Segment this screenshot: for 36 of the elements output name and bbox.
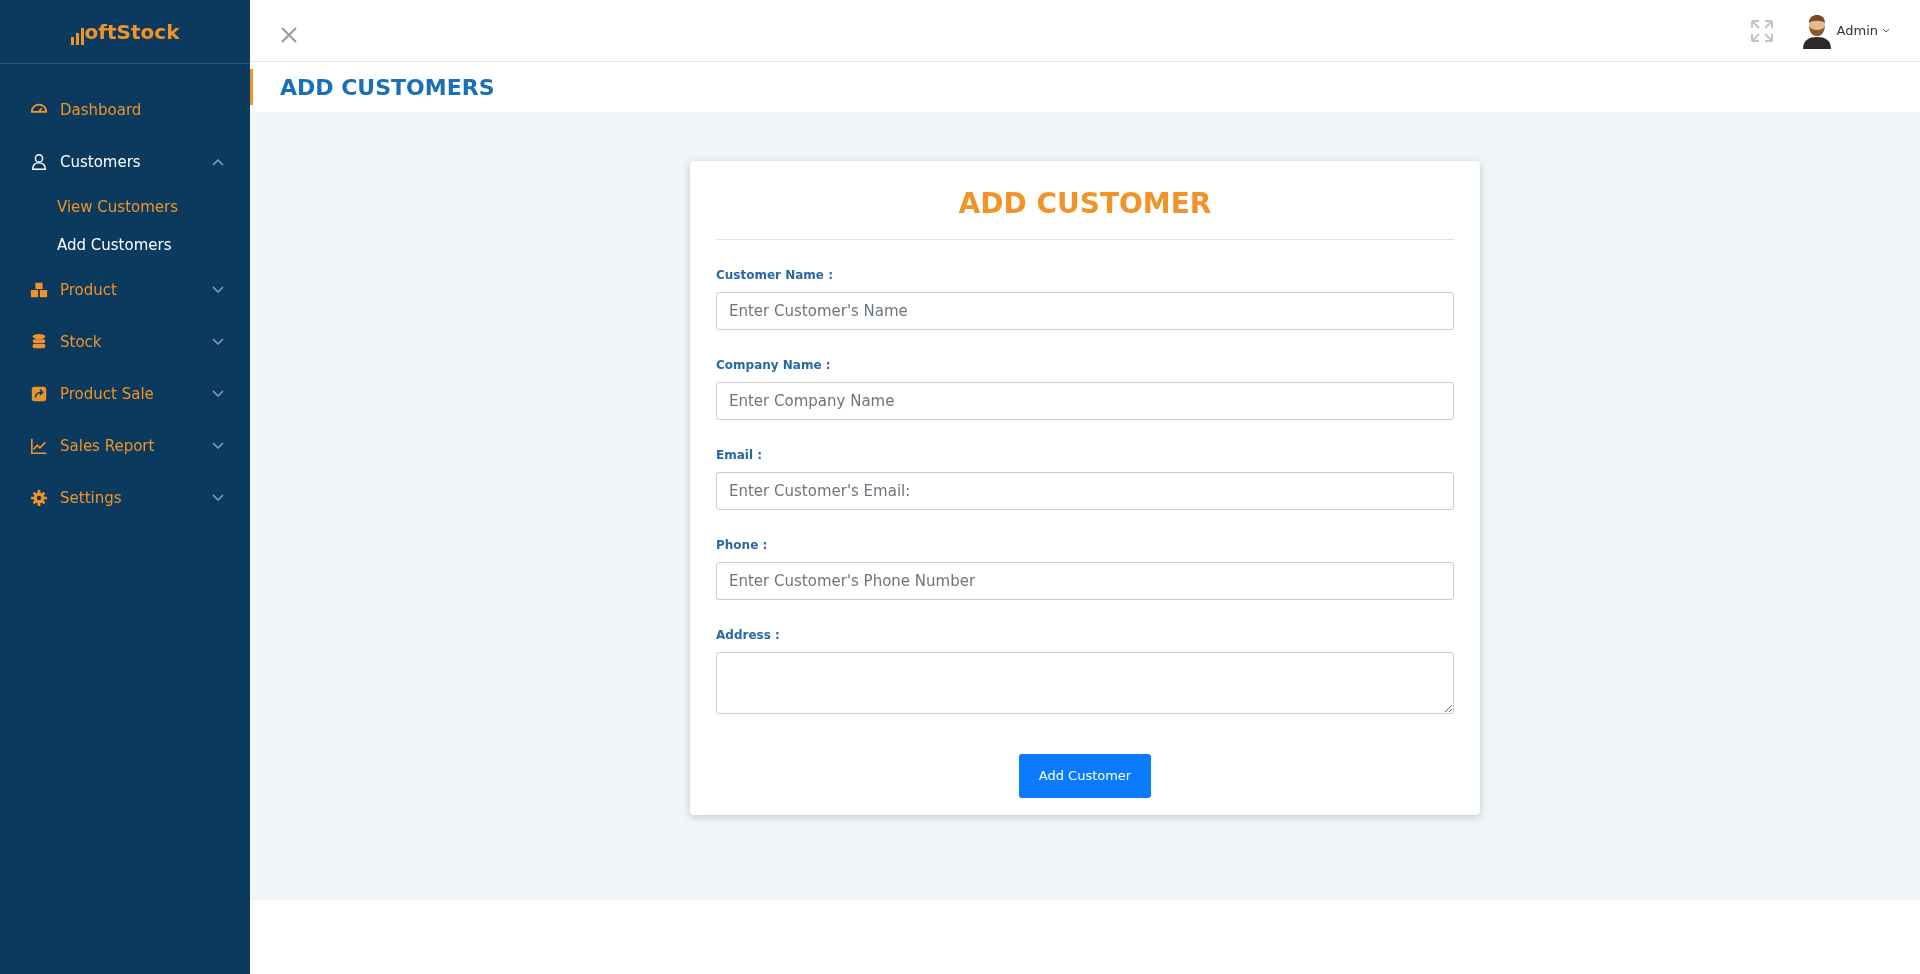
user-menu[interactable]: Admin xyxy=(1800,12,1890,49)
sidebar-item[interactable]: Settings xyxy=(0,472,250,524)
caret-icon xyxy=(1882,27,1890,34)
input-field[interactable]: Enter Customer's Phone Number xyxy=(716,562,1454,600)
field-label: Company Name : xyxy=(716,357,831,374)
close-icon[interactable] xyxy=(280,25,298,44)
app-logo[interactable]: oftStock xyxy=(70,16,180,47)
field-label: Email : xyxy=(716,447,762,464)
database-icon xyxy=(30,333,48,351)
field-label: Customer Name : xyxy=(716,267,833,284)
sidebar-item[interactable]: Stock xyxy=(0,316,250,368)
boxes-icon xyxy=(30,281,48,299)
sidebar-item[interactable]: Dashboard xyxy=(0,84,250,136)
input-field[interactable]: Enter Company Name xyxy=(716,382,1454,420)
page-title: ADD CUSTOMERS xyxy=(280,73,495,102)
user-name: Admin xyxy=(1836,21,1878,40)
input-field[interactable]: Enter Customer's Email: xyxy=(716,472,1454,510)
field-label: Address : xyxy=(716,627,780,644)
user-icon xyxy=(30,153,48,171)
address-field[interactable] xyxy=(716,652,1454,714)
title-accent xyxy=(250,69,253,105)
line-chart-icon xyxy=(30,437,48,455)
fullscreen-icon[interactable] xyxy=(1748,17,1775,44)
form-title: ADD CUSTOMER xyxy=(716,183,1454,240)
sidebar-item[interactable]: Product xyxy=(0,264,250,316)
sidebar-subitem[interactable]: View Customers xyxy=(0,188,250,226)
sidebar-subitem[interactable]: Add Customers xyxy=(0,226,250,264)
avatar-icon xyxy=(1800,12,1833,49)
share-icon xyxy=(30,385,48,403)
sidebar-item[interactable]: Sales Report xyxy=(0,420,250,472)
field-label: Phone : xyxy=(716,537,768,554)
sidebar-item[interactable]: Customers xyxy=(0,136,250,188)
add-customer-button[interactable]: Add Customer xyxy=(1019,754,1151,798)
sidebar-item[interactable]: Product Sale xyxy=(0,368,250,420)
settings-icon xyxy=(30,489,48,507)
input-field[interactable]: Enter Customer's Name xyxy=(716,292,1454,330)
